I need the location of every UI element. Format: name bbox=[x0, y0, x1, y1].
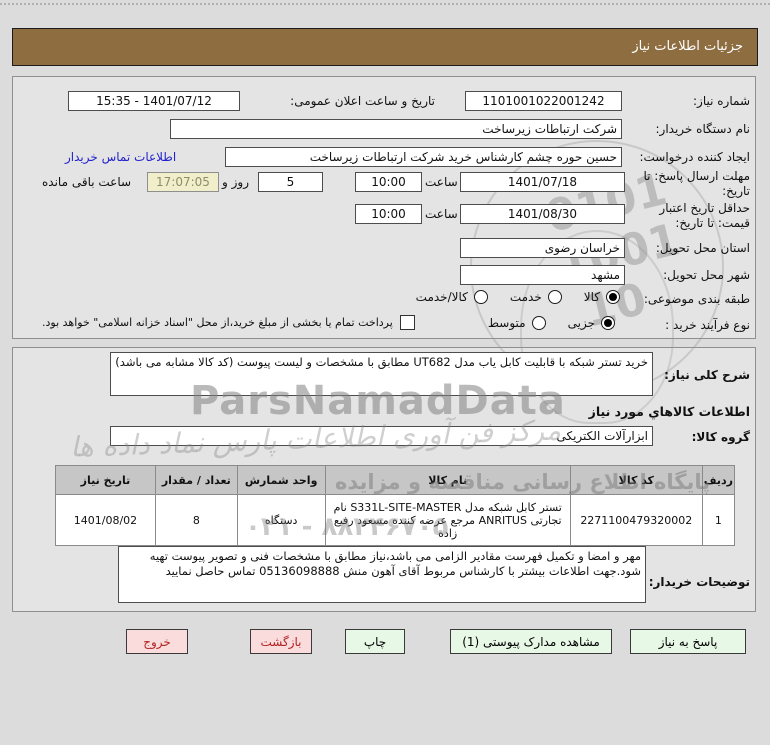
days-remaining-input[interactable] bbox=[258, 172, 323, 192]
hours-remaining-label: ساعت باقی مانده bbox=[42, 175, 132, 189]
goods-radio-label: کالا bbox=[583, 290, 600, 304]
goods-group-label: گروه کالا: bbox=[691, 430, 750, 444]
buyer-notes-label: توضیحات خریدار: bbox=[648, 575, 750, 589]
need-number-input[interactable] bbox=[465, 91, 622, 111]
treasury-payment-row: پرداخت تمام یا بخشی از مبلغ خرید،از محل … bbox=[42, 315, 415, 330]
validity-hour-input[interactable] bbox=[355, 204, 422, 224]
minor-radio-label: جزیی bbox=[567, 316, 595, 330]
deadline-date-input[interactable] bbox=[460, 172, 625, 192]
medium-radio-label: متوسط bbox=[487, 316, 526, 330]
need-details-page: 0101 1001 10 ParsNamadData مرکز فن آوری … bbox=[0, 0, 770, 745]
delivery-province-label: استان محل تحویل: bbox=[655, 241, 750, 255]
subject-classification-label: طبقه بندی موضوعی: bbox=[643, 292, 750, 306]
cell-unit: دستگاه bbox=[236, 494, 326, 546]
option-goods: کالا bbox=[584, 290, 620, 304]
medium-radio[interactable] bbox=[531, 316, 546, 330]
col-row-number: ردیف bbox=[701, 465, 736, 495]
deadline-hour-label: ساعت bbox=[425, 175, 458, 189]
col-goods-name: نام کالا bbox=[324, 465, 571, 495]
col-unit: واحد شمارش bbox=[236, 465, 326, 495]
buyer-org-input[interactable] bbox=[170, 119, 622, 139]
cell-goods-name: تستر کابل شبکه مدل S331L-SITE-MASTER نام… bbox=[324, 494, 571, 546]
cell-goods-code: 2271100479320002 bbox=[569, 494, 703, 546]
cell-quantity: 8 bbox=[154, 494, 238, 546]
option-service: خدمت bbox=[510, 290, 562, 304]
need-description-box[interactable]: خرید تستر شبکه با قابلیت کابل یاب مدل UT… bbox=[110, 352, 653, 396]
goods-table-row: 1 2271100479320002 تستر کابل شبکه مدل S3… bbox=[55, 494, 736, 546]
need-number-label: شماره نیاز: bbox=[693, 94, 750, 108]
print-button[interactable]: چاپ bbox=[345, 629, 405, 654]
request-creator-label: ایجاد کننده درخواست: bbox=[639, 150, 750, 164]
price-validity-label: حداقل تاریخ اعتبار قیمت: تا تاریخ: bbox=[659, 201, 750, 230]
page-title: جزئیات اطلاعات نیاز bbox=[12, 28, 758, 66]
goods-service-radio-label: کالا/خدمت bbox=[415, 290, 468, 304]
delivery-city-label: شهر محل تحویل: bbox=[663, 268, 750, 282]
service-radio-label: خدمت bbox=[509, 290, 542, 304]
need-description-label: شرح کلی نیاز: bbox=[664, 368, 750, 382]
buyer-org-label: نام دستگاه خریدار: bbox=[655, 122, 751, 136]
goods-table-header-row: ردیف کد کالا نام کالا واحد شمارش تعداد /… bbox=[55, 465, 736, 495]
col-need-date: تاریخ نیاز bbox=[55, 465, 156, 495]
buyer-notes-box[interactable]: مهر و امضا و تکمیل فهرست مقادیر الزامی م… bbox=[118, 546, 646, 603]
back-button[interactable]: بازگشت bbox=[250, 629, 312, 654]
cell-row-number: 1 bbox=[701, 494, 736, 546]
treasury-checkbox[interactable] bbox=[399, 315, 415, 330]
countdown-timer: 17:07:05 bbox=[147, 172, 219, 192]
subject-classification-options: کالا خدمت کالا/خدمت bbox=[416, 290, 620, 304]
delivery-city-input[interactable] bbox=[460, 265, 625, 285]
validity-date-input[interactable] bbox=[460, 204, 625, 224]
top-divider bbox=[0, 3, 770, 5]
col-goods-code: کد کالا bbox=[569, 465, 703, 495]
delivery-province-input[interactable] bbox=[460, 238, 625, 258]
goods-section-title: اطلاعات کالاهاي مورد نیاز bbox=[588, 404, 750, 419]
goods-radio[interactable] bbox=[606, 290, 620, 304]
buyer-contact-link[interactable]: اطلاعات تماس خریدار bbox=[65, 150, 176, 164]
purchase-process-label: نوع فرآیند خرید : bbox=[665, 318, 750, 332]
option-goods-service: کالا/خدمت bbox=[416, 290, 488, 304]
goods-group-input[interactable] bbox=[110, 426, 653, 446]
announce-datetime-input[interactable] bbox=[68, 91, 240, 111]
option-minor: جزیی bbox=[568, 316, 615, 330]
deadline-hour-input[interactable] bbox=[355, 172, 422, 192]
option-medium: متوسط bbox=[488, 316, 546, 330]
view-attachments-button[interactable]: مشاهده مدارک پیوستی (1) bbox=[450, 629, 612, 654]
cell-need-date: 1401/08/02 bbox=[55, 494, 156, 546]
service-radio[interactable] bbox=[547, 290, 562, 304]
goods-service-radio[interactable] bbox=[473, 290, 488, 304]
request-creator-input[interactable] bbox=[225, 147, 622, 167]
respond-to-need-button[interactable]: پاسخ به نیاز bbox=[630, 629, 746, 654]
announce-datetime-label: تاریخ و ساعت اعلان عمومی: bbox=[290, 94, 435, 108]
response-deadline-label: مهلت ارسال پاسخ: تا تاریخ: bbox=[643, 169, 750, 198]
minor-radio[interactable] bbox=[601, 316, 615, 330]
col-quantity: تعداد / مقدار bbox=[154, 465, 238, 495]
treasury-checkbox-label: پرداخت تمام یا بخشی از مبلغ خرید،از محل … bbox=[42, 316, 393, 329]
purchase-process-options: جزیی متوسط bbox=[488, 316, 615, 330]
validity-hour-label: ساعت bbox=[425, 207, 458, 221]
exit-button[interactable]: خروج bbox=[126, 629, 188, 654]
goods-table: ردیف کد کالا نام کالا واحد شمارش تعداد /… bbox=[55, 465, 736, 546]
days-and-label: روز و bbox=[222, 175, 249, 189]
